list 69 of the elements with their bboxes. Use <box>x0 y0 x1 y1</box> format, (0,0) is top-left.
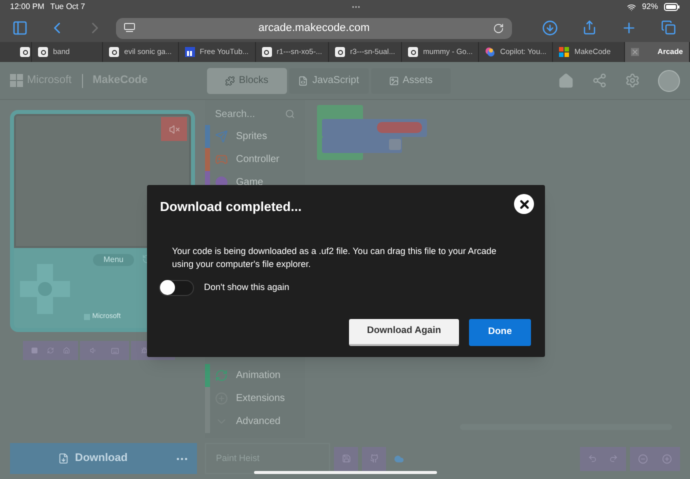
status-date: Tue Oct 7 <box>50 1 86 13</box>
refresh-icon <box>215 369 228 382</box>
toggle-switch[interactable] <box>159 280 194 296</box>
zoom-out-icon[interactable] <box>638 454 648 464</box>
github-button[interactable] <box>362 446 386 470</box>
sidebar-icon[interactable] <box>12 20 28 36</box>
keyboard-icon[interactable] <box>111 346 119 354</box>
toolbox-category[interactable]: Animation <box>205 364 305 387</box>
search-icon[interactable] <box>285 109 295 119</box>
paper-plane-icon <box>215 130 228 143</box>
address-field[interactable]: arcade.makecode.com <box>116 18 512 38</box>
windows-logo-icon <box>10 74 23 87</box>
stop-icon[interactable] <box>31 347 38 354</box>
dialog-message: Your code is being downloaded as a .uf2 file. You can drag this file to your Arcade using your computer's file explorer. <box>172 244 498 270</box>
editor-tab[interactable]: Blocks <box>206 68 287 94</box>
restart-icon[interactable] <box>47 347 54 354</box>
share-icon[interactable] <box>582 20 597 35</box>
undo-icon[interactable] <box>588 454 597 463</box>
site-icon <box>408 47 418 57</box>
site-icon <box>109 47 120 57</box>
dialog-button[interactable]: Download Again <box>349 318 459 346</box>
tabs-overview-icon[interactable] <box>661 20 676 35</box>
toolbox-category[interactable]: Advanced <box>205 410 305 433</box>
battery-icon <box>664 3 680 11</box>
battery-percent: 92% <box>642 1 658 13</box>
puzzle-icon <box>224 76 235 86</box>
home-icon[interactable] <box>63 347 70 354</box>
reload-icon[interactable] <box>493 22 504 34</box>
site-icon <box>262 47 272 57</box>
dialog-button[interactable]: Done <box>469 318 531 346</box>
mute-icon <box>168 124 180 134</box>
save-icon <box>342 454 350 463</box>
file-icon <box>58 453 69 464</box>
zoom-in-icon[interactable] <box>662 454 672 464</box>
cloud-icon <box>394 454 404 464</box>
mute-button[interactable] <box>161 117 187 141</box>
save-button[interactable] <box>334 446 358 470</box>
debug-icon[interactable] <box>141 347 148 354</box>
settings-icon[interactable] <box>625 73 640 88</box>
site-icon <box>184 47 195 57</box>
home-icon[interactable] <box>558 72 574 88</box>
gamepad-icon <box>215 153 228 166</box>
toolbox-category[interactable]: Sprites <box>205 125 305 148</box>
github-icon <box>370 454 378 463</box>
image-icon <box>388 76 399 86</box>
dialog-title: Download completed... <box>160 198 302 216</box>
windows-logo-icon <box>559 47 570 57</box>
editor-tab[interactable]: Assets <box>370 68 451 94</box>
wifi-icon <box>626 2 636 12</box>
editor-tab[interactable]: JavaScript <box>288 68 369 94</box>
copilot-icon <box>485 47 496 57</box>
close-button[interactable] <box>514 194 534 214</box>
close-tab-icon[interactable] <box>630 48 639 56</box>
status-time: 12:00 PM <box>10 1 44 13</box>
toolbox-category[interactable]: Controller <box>205 148 305 171</box>
toggle-label: Don't show this again <box>204 280 290 294</box>
close-icon <box>518 198 530 210</box>
menu-button[interactable]: Menu <box>93 254 134 266</box>
toolbox-category[interactable]: Extensions <box>205 387 305 410</box>
search-field[interactable]: Search... <box>215 106 256 122</box>
download-icon[interactable] <box>542 20 558 36</box>
avatar-icon[interactable] <box>658 70 680 92</box>
reader-icon <box>124 23 135 33</box>
redo-icon[interactable] <box>609 454 618 463</box>
share-icon[interactable] <box>592 73 607 88</box>
code-file-icon <box>298 76 308 86</box>
download-button[interactable]: Download <box>10 443 197 474</box>
site-icon <box>335 47 346 57</box>
new-tab-icon[interactable] <box>621 20 637 36</box>
